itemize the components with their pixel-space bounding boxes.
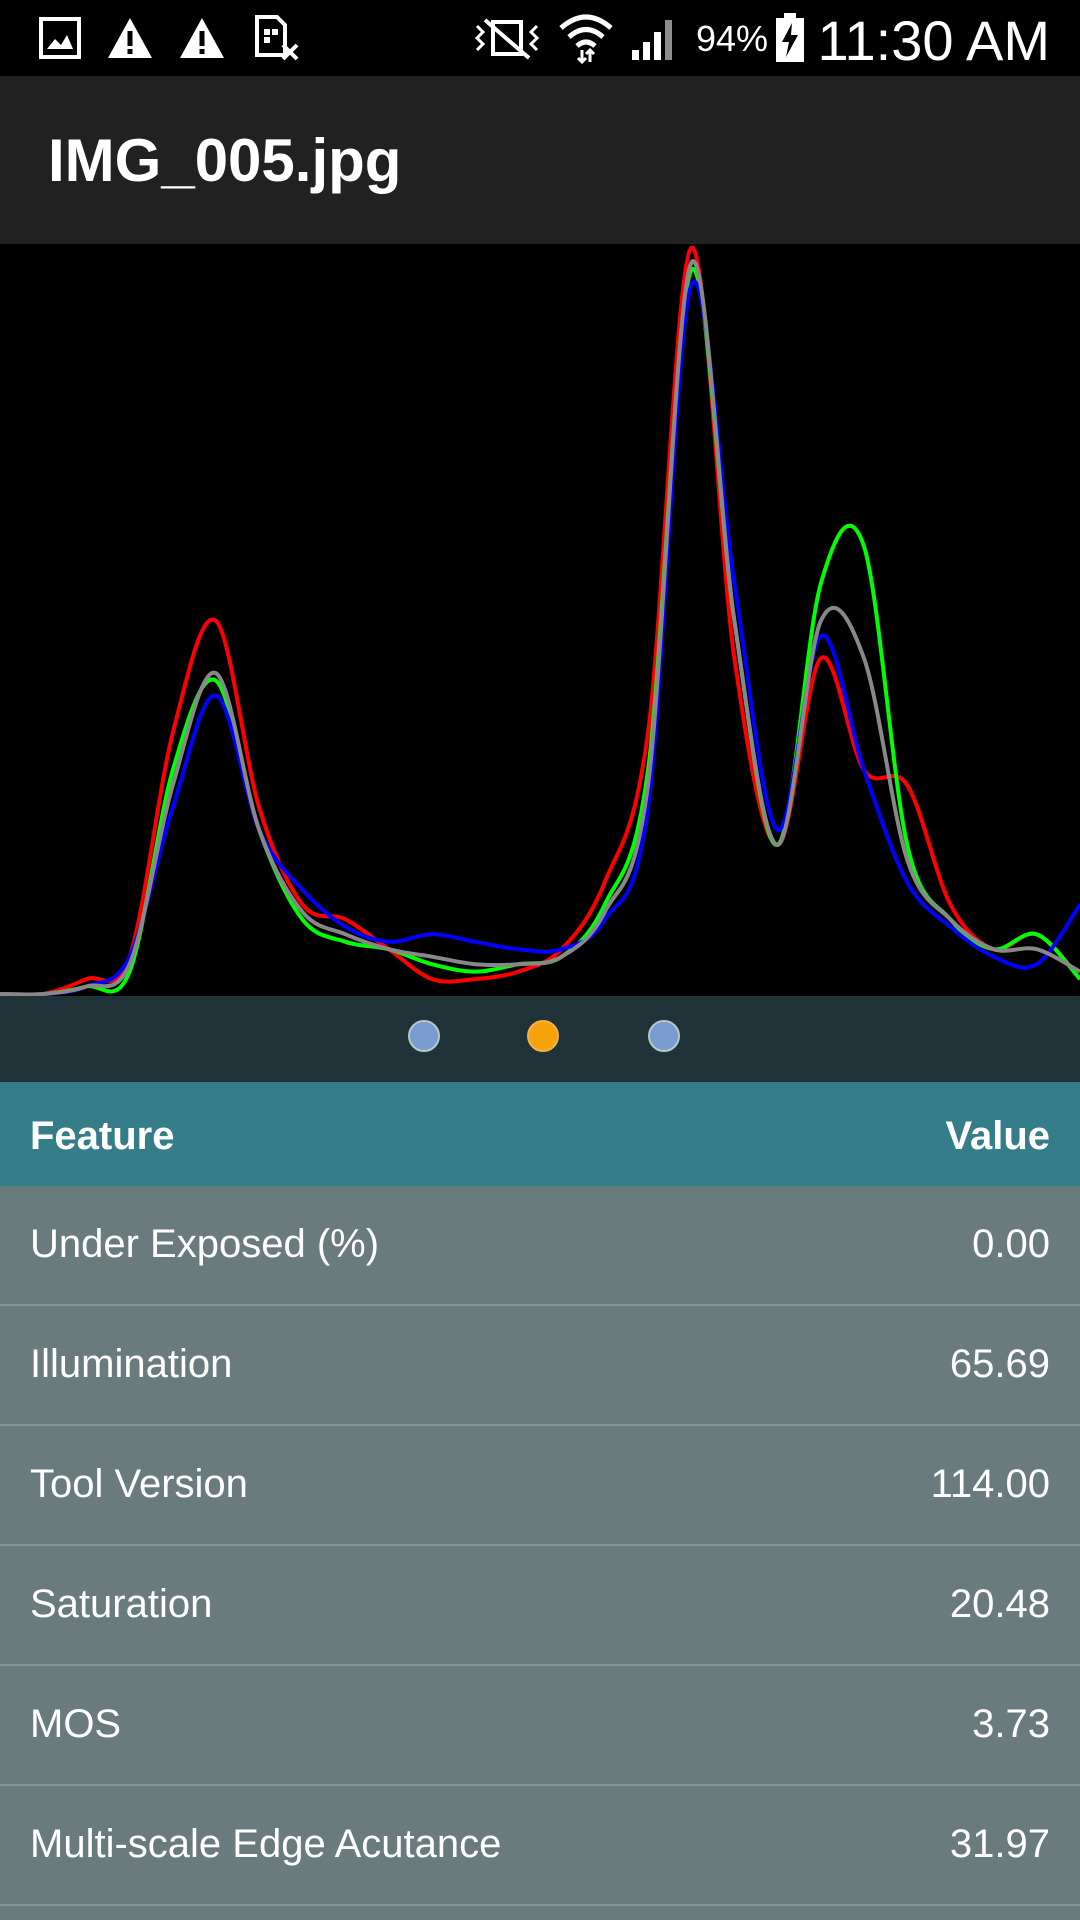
page-dot-1[interactable] (408, 1020, 440, 1052)
sim-error-icon (252, 12, 300, 64)
page-indicator (0, 996, 1080, 1082)
histogram-series-4 (0, 259, 1080, 996)
battery-percent: 94% (696, 18, 769, 59)
feature-value: 3.73 (972, 1702, 1050, 1746)
table-header: Feature Value (0, 1082, 1080, 1186)
vibrate-mute-icon (470, 12, 544, 64)
histogram-svg (0, 245, 1080, 996)
feature-label: Multi-scale Edge Acutance (30, 1822, 502, 1866)
signal-icon (628, 12, 682, 64)
feature-value: 20.48 (949, 1582, 1050, 1626)
battery-charging-icon (772, 12, 808, 64)
feature-label: Under Exposed (%) (30, 1222, 380, 1266)
wifi-icon (556, 12, 616, 64)
header-value: Value (945, 1114, 1050, 1158)
table-row: Multi-scale Edge Acutance 31.97 (0, 1786, 1080, 1906)
feature-value: 31.97 (949, 1822, 1050, 1866)
feature-label: Tool Version (30, 1462, 248, 1506)
feature-label: MOS (30, 1702, 122, 1746)
histogram-chart[interactable] (0, 244, 1080, 996)
warning-icon (104, 12, 156, 64)
table-row: Under Exposed (%) 0.00 (0, 1186, 1080, 1306)
header-feature: Feature (30, 1114, 175, 1158)
app-bar: IMG_005.jpg (0, 76, 1080, 244)
feature-value: 114.00 (930, 1462, 1050, 1506)
feature-value: 65.69 (949, 1342, 1050, 1386)
gallery-icon (36, 12, 84, 64)
table-row: MOS 3.73 (0, 1666, 1080, 1786)
feature-table: Under Exposed (%) 0.00 Illumination 65.6… (0, 1186, 1080, 1906)
status-bar: 94% 11:30 AM (0, 0, 1080, 76)
page-title: IMG_005.jpg (48, 127, 402, 194)
warning-icon (176, 12, 228, 64)
page-dot-2[interactable] (527, 1020, 559, 1052)
status-clock: 11:30 AM (817, 9, 1050, 72)
page-dot-3[interactable] (648, 1020, 680, 1052)
feature-label: Saturation (30, 1582, 213, 1626)
table-row: Tool Version 114.00 (0, 1426, 1080, 1546)
table-row: Saturation 20.48 (0, 1546, 1080, 1666)
table-row: Illumination 65.69 (0, 1306, 1080, 1426)
feature-label: Illumination (30, 1342, 233, 1386)
feature-value: 0.00 (972, 1222, 1050, 1266)
